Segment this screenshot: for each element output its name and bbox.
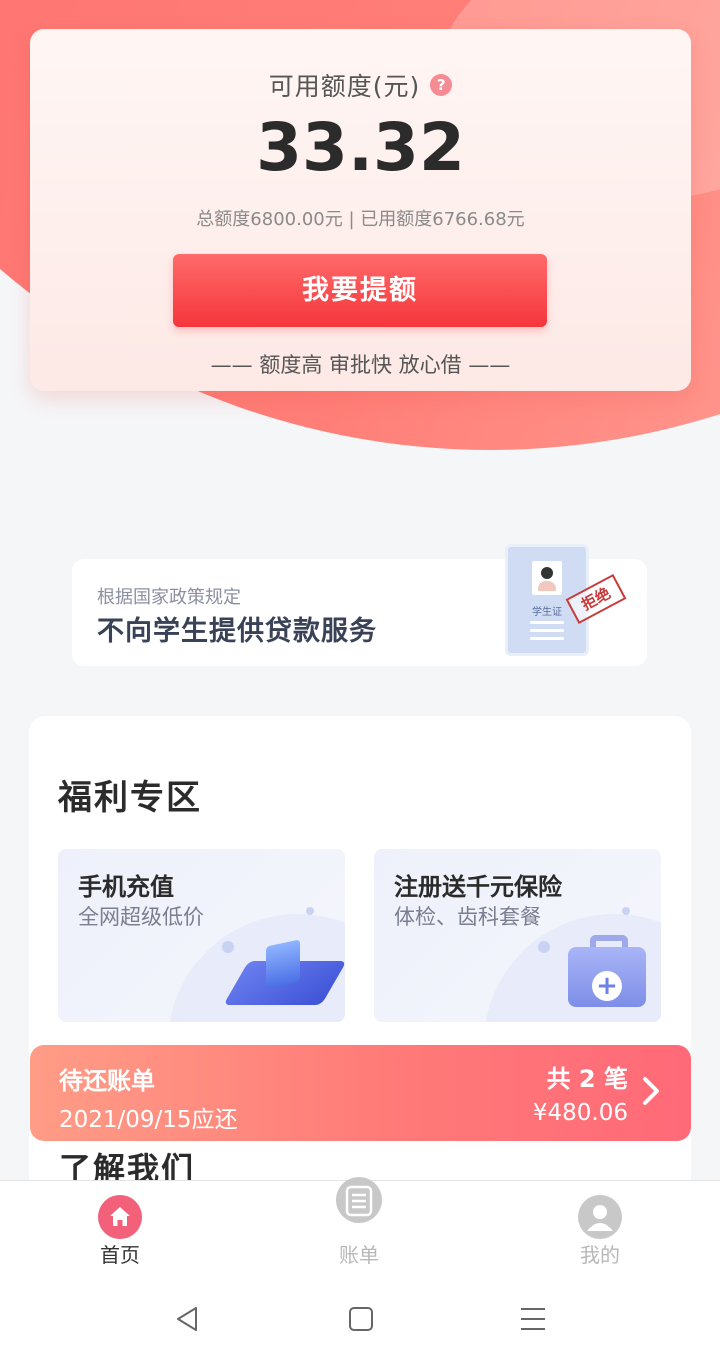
id-photo-icon xyxy=(532,561,562,595)
back-triangle-icon[interactable] xyxy=(172,1304,202,1334)
system-navigation-bar xyxy=(0,1280,720,1362)
help-icon[interactable]: ? xyxy=(430,74,453,96)
student-notice-title: 不向学生提供贷款服务 xyxy=(97,616,377,647)
user-glyph xyxy=(587,1205,613,1231)
nav-label-bill: 账单 xyxy=(339,1243,379,1267)
id-card-line xyxy=(530,637,564,640)
nav-item-bill[interactable]: 账单 xyxy=(299,1177,419,1281)
nav-item-home[interactable]: 首页 xyxy=(60,1181,180,1281)
welfare-item-subtitle: 全网超级低价 xyxy=(78,905,204,929)
slogan: —— 额度高 审批快 放心借 —— xyxy=(210,353,511,377)
available-credit-label: 可用额度(元) xyxy=(268,72,421,101)
pending-bill-count: 共 2 笔 xyxy=(546,1065,628,1093)
id-card-line xyxy=(530,621,564,624)
nav-item-mine[interactable]: 我的 xyxy=(540,1181,660,1281)
credit-card: 可用额度(元) ? 33.32 总额度6800.00元 | 已用额度6766.6… xyxy=(30,29,691,391)
welfare-title: 福利专区 xyxy=(58,778,202,818)
decor-dot xyxy=(306,907,314,915)
welfare-item-subtitle: 体检、齿科套餐 xyxy=(394,905,541,929)
pending-bill-amount: ¥480.06 xyxy=(532,1100,628,1126)
pending-bill-due-date: 2021/09/15应还 xyxy=(59,1107,238,1133)
chevron-right-icon xyxy=(643,1077,659,1105)
user-icon xyxy=(578,1195,622,1239)
nav-label-home: 首页 xyxy=(100,1243,140,1267)
decor-dot xyxy=(622,907,630,915)
bill-icon xyxy=(336,1177,382,1223)
decor-dot xyxy=(538,941,550,953)
recents-menu-icon[interactable] xyxy=(518,1304,548,1334)
welfare-item-insurance[interactable]: 注册送千元保险 体检、齿科套餐 + xyxy=(374,849,661,1022)
pending-bill-title: 待还账单 xyxy=(59,1067,155,1095)
medical-kit-box: + xyxy=(568,947,646,1007)
welfare-item-title: 注册送千元保险 xyxy=(394,873,562,901)
pending-bill-bar[interactable]: 待还账单 2021/09/15应还 共 2 笔 ¥480.06 xyxy=(30,1045,691,1141)
id-card-line xyxy=(530,629,564,632)
medical-kit-icon: + xyxy=(568,935,652,1011)
bill-glyph xyxy=(345,1185,373,1217)
home-square-icon[interactable] xyxy=(346,1304,376,1334)
available-credit-amount: 33.32 xyxy=(256,109,465,186)
phone-card-icon xyxy=(223,939,345,1009)
bottom-navigation: 首页 账单 我的 xyxy=(0,1177,720,1281)
decor-dot xyxy=(222,941,234,953)
welfare-item-phone-recharge[interactable]: 手机充值 全网超级低价 xyxy=(58,849,345,1022)
home-icon xyxy=(98,1195,142,1239)
raise-limit-button[interactable]: 我要提额 xyxy=(173,254,547,327)
home-glyph xyxy=(110,1207,130,1226)
credit-label-row: 可用额度(元) ? xyxy=(30,67,691,103)
plus-icon: + xyxy=(592,971,622,1001)
welfare-item-title: 手机充值 xyxy=(78,873,174,901)
student-notice-subtitle: 根据国家政策规定 xyxy=(97,587,241,608)
nav-label-mine: 我的 xyxy=(580,1243,620,1267)
phone-card xyxy=(266,939,300,989)
student-notice-banner: 根据国家政策规定 不向学生提供贷款服务 学生证 拒绝 xyxy=(72,544,647,666)
credit-detail: 总额度6800.00元 | 已用额度6766.68元 xyxy=(196,209,525,230)
